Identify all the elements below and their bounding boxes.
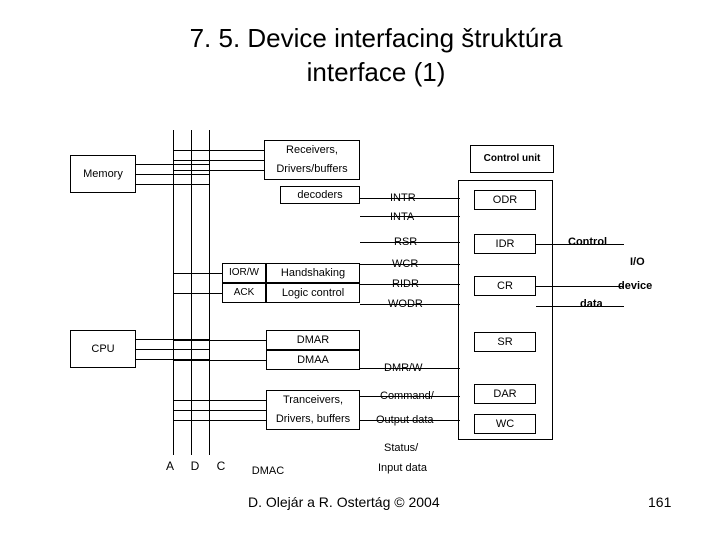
block-receivers: Receivers, [264,140,360,160]
ln-inta [360,216,460,217]
conn-dmar [173,340,266,341]
page-title: 7. 5. Device interfacing štruktúra inter… [166,22,586,90]
conn-recv-1 [173,150,264,151]
block-drivers-buffers: Drivers/buffers [264,160,360,180]
conn-dmaa [173,360,266,361]
block-dmaa: DMAA [266,350,360,370]
ln-ridr [360,284,460,285]
reg-idr: IDR [474,234,536,254]
ext-io: I/O [630,256,645,268]
conn-cpu-2 [136,349,209,350]
ext-control: Control [568,236,607,248]
page-number: 161 [648,494,671,510]
block-tranceivers: Tranceivers, [266,390,360,410]
block-iorw: IOR/W [222,263,266,283]
bus-labels: A D C [166,459,232,473]
conn-recv-2 [173,160,264,161]
ln-intr [360,198,460,199]
ln-wcr [360,264,460,265]
block-decoders: decoders [280,186,360,204]
conn-mem-1 [136,164,209,165]
reg-sr: SR [474,332,536,352]
ln-dmrw [360,368,460,369]
ln-out [360,420,460,421]
ext-data: data [580,298,603,310]
block-dmar: DMAR [266,330,360,350]
sig-status: Status/ [384,442,418,454]
reg-odr: ODR [474,190,536,210]
sig-inputdata: Input data [378,462,427,474]
ln-cr-out [536,286,624,287]
conn-trc1 [173,400,266,401]
ln-cmd [360,396,460,397]
conn-mem-2 [136,174,209,175]
ln-wodr [360,304,460,305]
block-memory: Memory [70,155,136,193]
conn-recv-3 [173,170,264,171]
block-dmac: DMAC [240,460,296,482]
block-handshaking: Handshaking [266,263,360,283]
ln-rsr [360,242,460,243]
block-drivers-buffers2: Drivers, buffers [266,410,360,430]
block-cpu: CPU [70,330,136,368]
sig-inta: INTA [390,211,414,223]
reg-dar: DAR [474,384,536,404]
ext-device: device [618,280,652,292]
conn-iorw [173,273,222,274]
conn-trc2 [173,410,266,411]
block-logic: Logic control [266,283,360,303]
conn-ack [173,293,222,294]
block-control-unit: Control unit [470,145,554,173]
reg-wc: WC [474,414,536,434]
block-ack: ACK [222,283,266,303]
reg-cr: CR [474,276,536,296]
conn-mem-3 [136,184,209,185]
footer-text: D. Olejár a R. Ostertág © 2004 [248,494,440,510]
conn-trc3 [173,420,266,421]
